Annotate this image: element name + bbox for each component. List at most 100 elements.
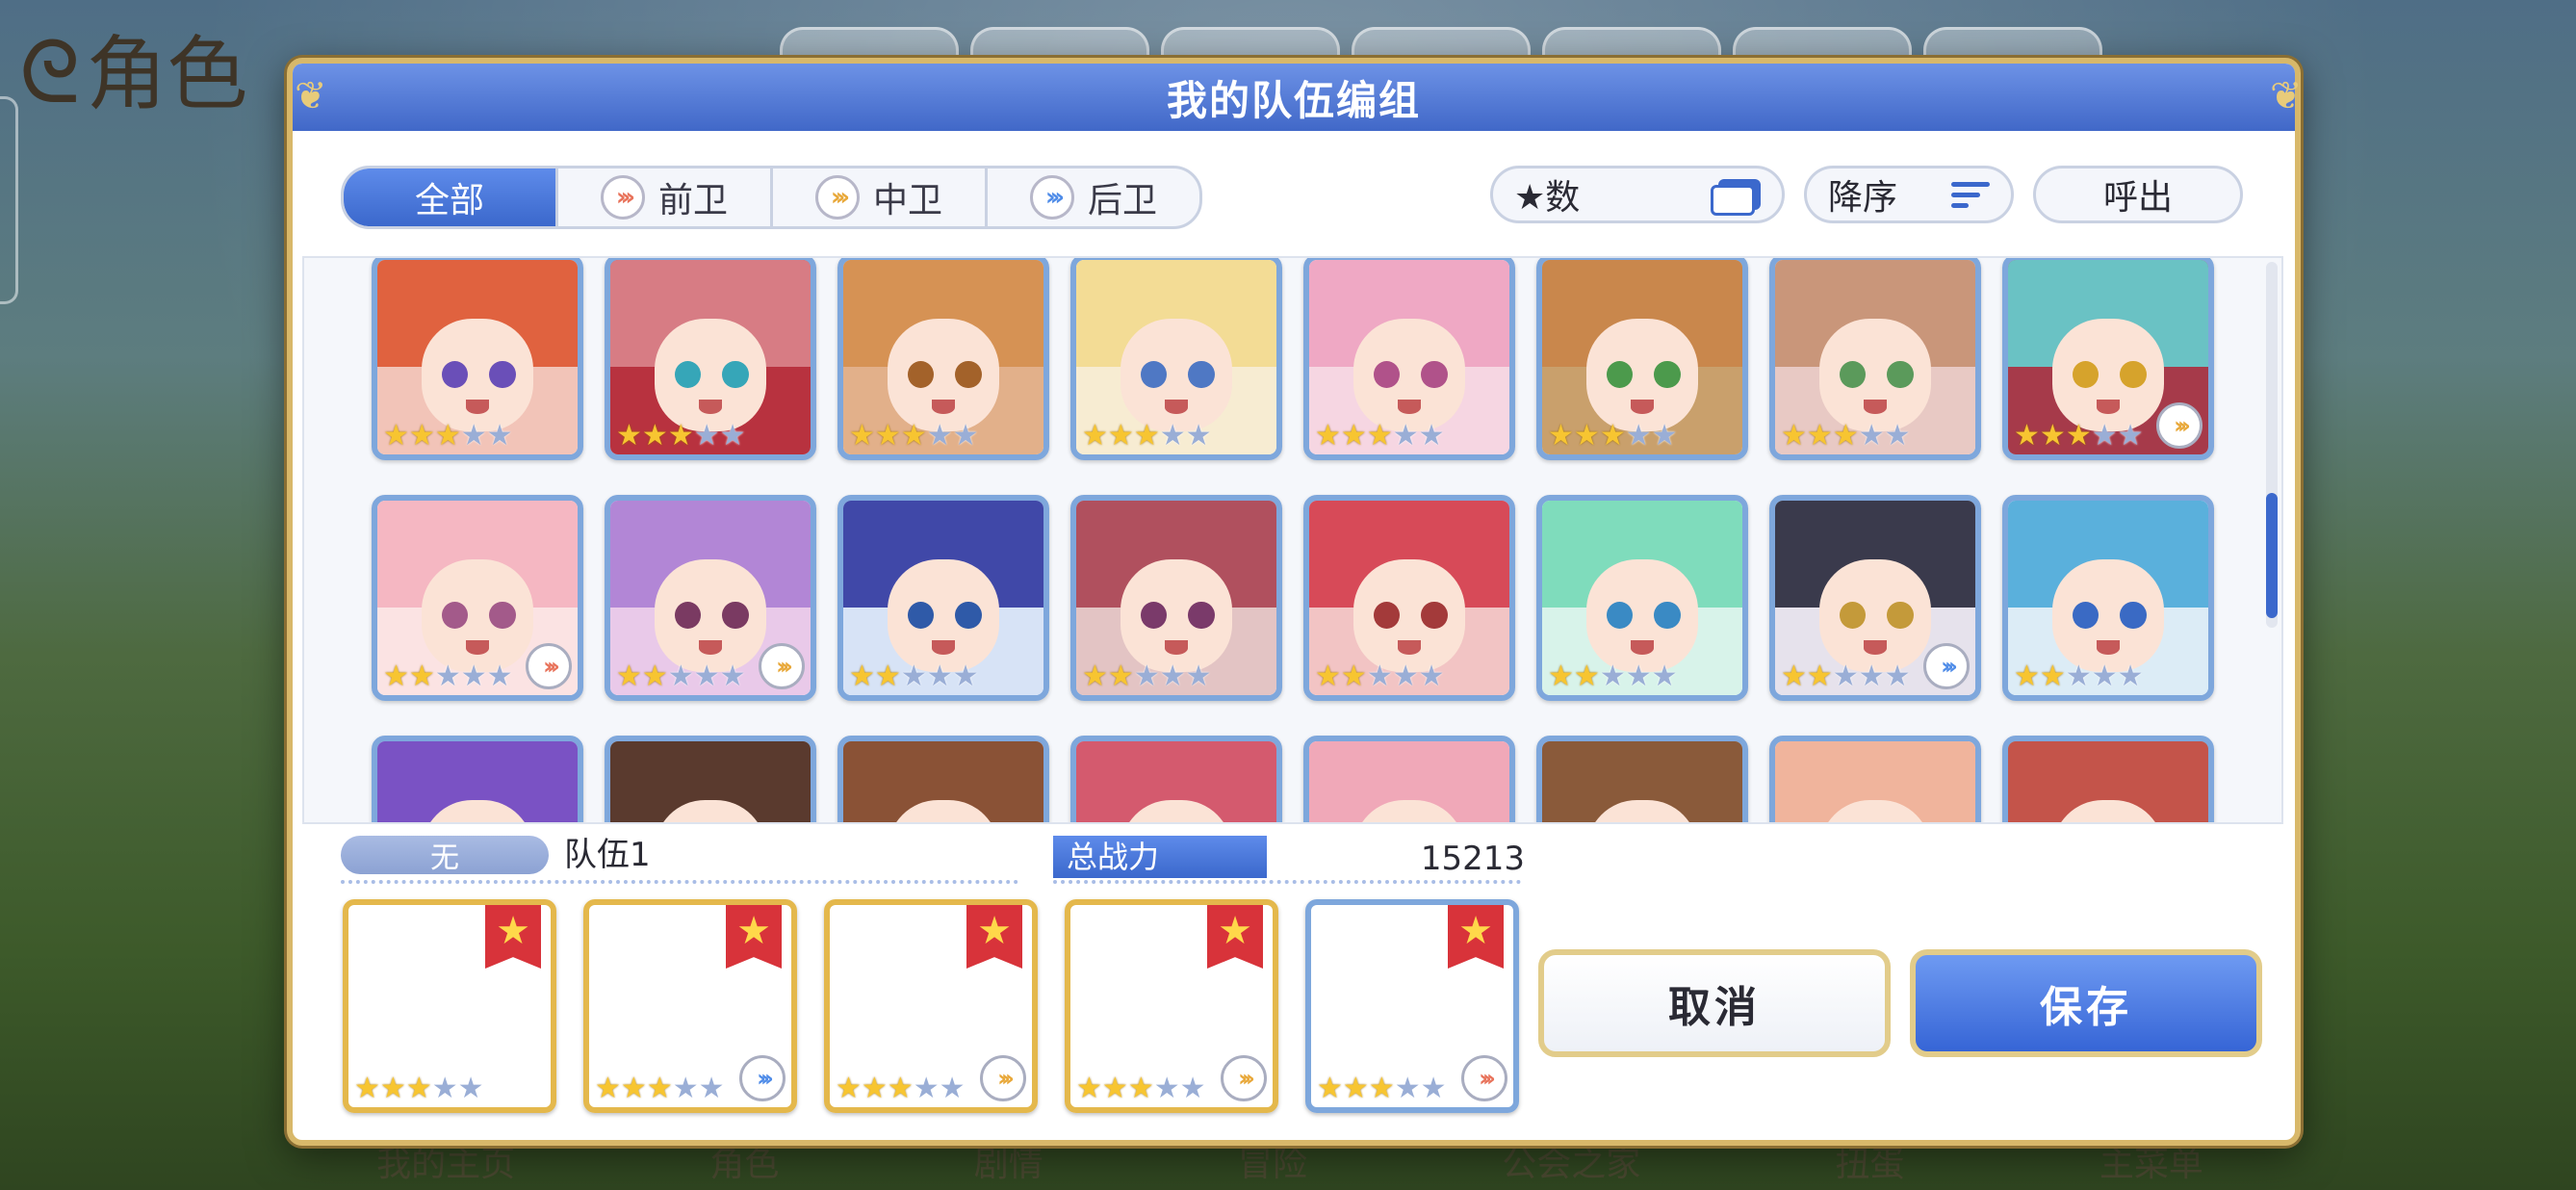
roster-character-card[interactable]: ★ ★ ★ ★ ★: [837, 495, 1049, 701]
party-member-card[interactable]: ★ ★ ★ ★ ★ ››› ★: [583, 899, 797, 1113]
side-handle[interactable]: [0, 96, 18, 304]
star-filled-icon: ★: [1315, 419, 1341, 453]
star-rating: ★ ★ ★ ★ ★: [1781, 662, 1911, 691]
star-empty-icon: ★: [1133, 660, 1160, 693]
star-rating: ★ ★ ★ ★ ★: [383, 422, 513, 451]
roster-character-card[interactable]: ★ ★ ★ ★ ★: [1536, 495, 1748, 701]
star-filled-icon: ★: [1101, 1072, 1128, 1105]
roster-character-card[interactable]: ★ ★ ★ ★ ★: [372, 258, 583, 460]
total-power-value: 15213: [1420, 840, 1525, 878]
scrollbar-thumb[interactable]: [2266, 493, 2278, 618]
roster-character-card[interactable]: ★ ★ ★ ★ ★: [1536, 258, 1748, 460]
roster-character-card[interactable]: ★ ★ ★ ★ ★ ›››: [605, 495, 816, 701]
star-empty-icon: ★: [1599, 660, 1626, 693]
sort-descending-icon: [1951, 181, 1990, 208]
star-empty-icon: ★: [1625, 660, 1652, 693]
roster-scrollbar[interactable]: [2266, 262, 2278, 628]
front-position-icon: ›››: [600, 175, 645, 220]
star-filled-icon: ★: [1340, 660, 1367, 693]
star-empty-icon: ★: [698, 1072, 725, 1105]
back-position-icon: ›››: [1029, 175, 1074, 220]
call-button[interactable]: 呼出: [2033, 166, 2243, 223]
back-position-icon: ›››: [739, 1055, 786, 1101]
star-filled-icon: ★: [667, 419, 694, 453]
roster-character-card[interactable]: ★ ★ ★ ★ ★: [1303, 258, 1515, 460]
star-filled-icon: ★: [379, 1072, 406, 1105]
party-member-card[interactable]: ★ ★ ★ ★ ★ ››› ★: [1065, 899, 1278, 1113]
roster-character-card[interactable]: ★ ★ ★ ★ ★ ›››: [1769, 495, 1981, 701]
tab-middle[interactable]: ››› 中卫: [773, 168, 988, 226]
roster-character-card[interactable]: ★ ★ ★ ★ ★: [2002, 495, 2214, 701]
save-button[interactable]: 保存: [1910, 949, 2262, 1057]
star-rating: ★ ★ ★ ★ ★: [836, 1074, 966, 1103]
roster-character-card[interactable]: ★ ★ ★ ★ ★: [1769, 258, 1981, 460]
star-empty-icon: ★: [1179, 1072, 1206, 1105]
character-portrait: [377, 741, 578, 822]
tab-label: 后卫: [1087, 181, 1157, 220]
star-filled-icon: ★: [595, 1072, 621, 1105]
leader-ribbon-icon: ★: [485, 905, 541, 969]
star-empty-icon: ★: [1884, 660, 1911, 693]
tab-all[interactable]: 全部: [344, 168, 558, 226]
star-rating: ★ ★ ★ ★ ★: [1548, 662, 1678, 691]
roster-character-card[interactable]: [372, 736, 583, 822]
star-empty-icon: ★: [719, 660, 746, 693]
star-filled-icon: ★: [616, 419, 642, 453]
character-roster-grid[interactable]: ★ ★ ★ ★ ★ ★ ★ ★ ★ ★ ★ ★ ★ ★ ★ ★ ★ ★ ★ ★ ★ ★ ★ ★ ★ ★ ★ ★ ★ ★ ★ ★ ★ ★ ★ ★ ★ ★ ★ ★…: [302, 256, 2283, 824]
roster-character-card[interactable]: ★ ★ ★ ★ ★: [837, 258, 1049, 460]
star-empty-icon: ★: [460, 660, 487, 693]
star-filled-icon: ★: [383, 419, 409, 453]
roster-character-card[interactable]: [1303, 736, 1515, 822]
sort-by-stars-button[interactable]: ★数: [1490, 166, 1785, 223]
star-filled-icon: ★: [1315, 660, 1341, 693]
front-position-icon: ›››: [1461, 1055, 1507, 1101]
roster-character-card[interactable]: ★ ★ ★ ★ ★: [1070, 258, 1282, 460]
cancel-button[interactable]: 取消: [1538, 949, 1891, 1057]
star-filled-icon: ★: [1366, 419, 1393, 453]
roster-character-card[interactable]: [837, 736, 1049, 822]
star-empty-icon: ★: [431, 1072, 458, 1105]
roster-character-card[interactable]: ★ ★ ★ ★ ★: [1303, 495, 1515, 701]
star-filled-icon: ★: [1107, 419, 1134, 453]
roster-character-card[interactable]: [1070, 736, 1282, 822]
star-filled-icon: ★: [2039, 660, 2066, 693]
roster-character-card[interactable]: ★ ★ ★ ★ ★: [1070, 495, 1282, 701]
roster-character-card[interactable]: [2002, 736, 2214, 822]
star-rating: ★ ★ ★ ★ ★: [595, 1074, 725, 1103]
swirl-icon: ᘓ: [19, 22, 81, 123]
roster-character-card[interactable]: [1769, 736, 1981, 822]
team-name: 队伍1: [564, 836, 651, 874]
roster-character-card[interactable]: [1536, 736, 1748, 822]
roster-character-card[interactable]: [605, 736, 816, 822]
sort-order-button[interactable]: 降序: [1804, 166, 2014, 223]
party-member-card[interactable]: ★ ★ ★ ★ ★ ★: [343, 899, 556, 1113]
roster-character-card[interactable]: ★ ★ ★ ★ ★ ›››: [372, 495, 583, 701]
star-filled-icon: ★: [1107, 660, 1134, 693]
star-rating: ★ ★ ★ ★ ★: [616, 422, 746, 451]
star-filled-icon: ★: [1806, 660, 1833, 693]
tab-label: 前卫: [657, 181, 728, 220]
party-member-card[interactable]: ★ ★ ★ ★ ★ ››› ★: [824, 899, 1038, 1113]
star-empty-icon: ★: [672, 1072, 699, 1105]
star-filled-icon: ★: [1340, 419, 1367, 453]
roster-character-card[interactable]: ★ ★ ★ ★ ★: [605, 258, 816, 460]
star-rating: ★ ★ ★ ★ ★: [383, 662, 513, 691]
back-position-icon: ›››: [1923, 643, 1970, 689]
divider: [341, 880, 1018, 884]
star-filled-icon: ★: [849, 419, 875, 453]
star-filled-icon: ★: [1781, 660, 1807, 693]
star-filled-icon: ★: [836, 1072, 862, 1105]
roster-character-card[interactable]: ★ ★ ★ ★ ★ ›››: [2002, 258, 2214, 460]
mid-position-icon: ›››: [980, 1055, 1026, 1101]
star-empty-icon: ★: [1185, 660, 1212, 693]
star-empty-icon: ★: [1185, 419, 1212, 453]
star-filled-icon: ★: [1806, 419, 1833, 453]
star-empty-icon: ★: [1418, 660, 1445, 693]
star-empty-icon: ★: [1159, 419, 1186, 453]
star-empty-icon: ★: [719, 419, 746, 453]
party-member-card[interactable]: ★ ★ ★ ★ ★ ››› ★: [1305, 899, 1519, 1113]
star-filled-icon: ★: [434, 419, 461, 453]
tab-label: 全部: [414, 181, 484, 220]
tab-back[interactable]: ››› 后卫: [988, 168, 1199, 226]
tab-front[interactable]: ››› 前卫: [558, 168, 773, 226]
